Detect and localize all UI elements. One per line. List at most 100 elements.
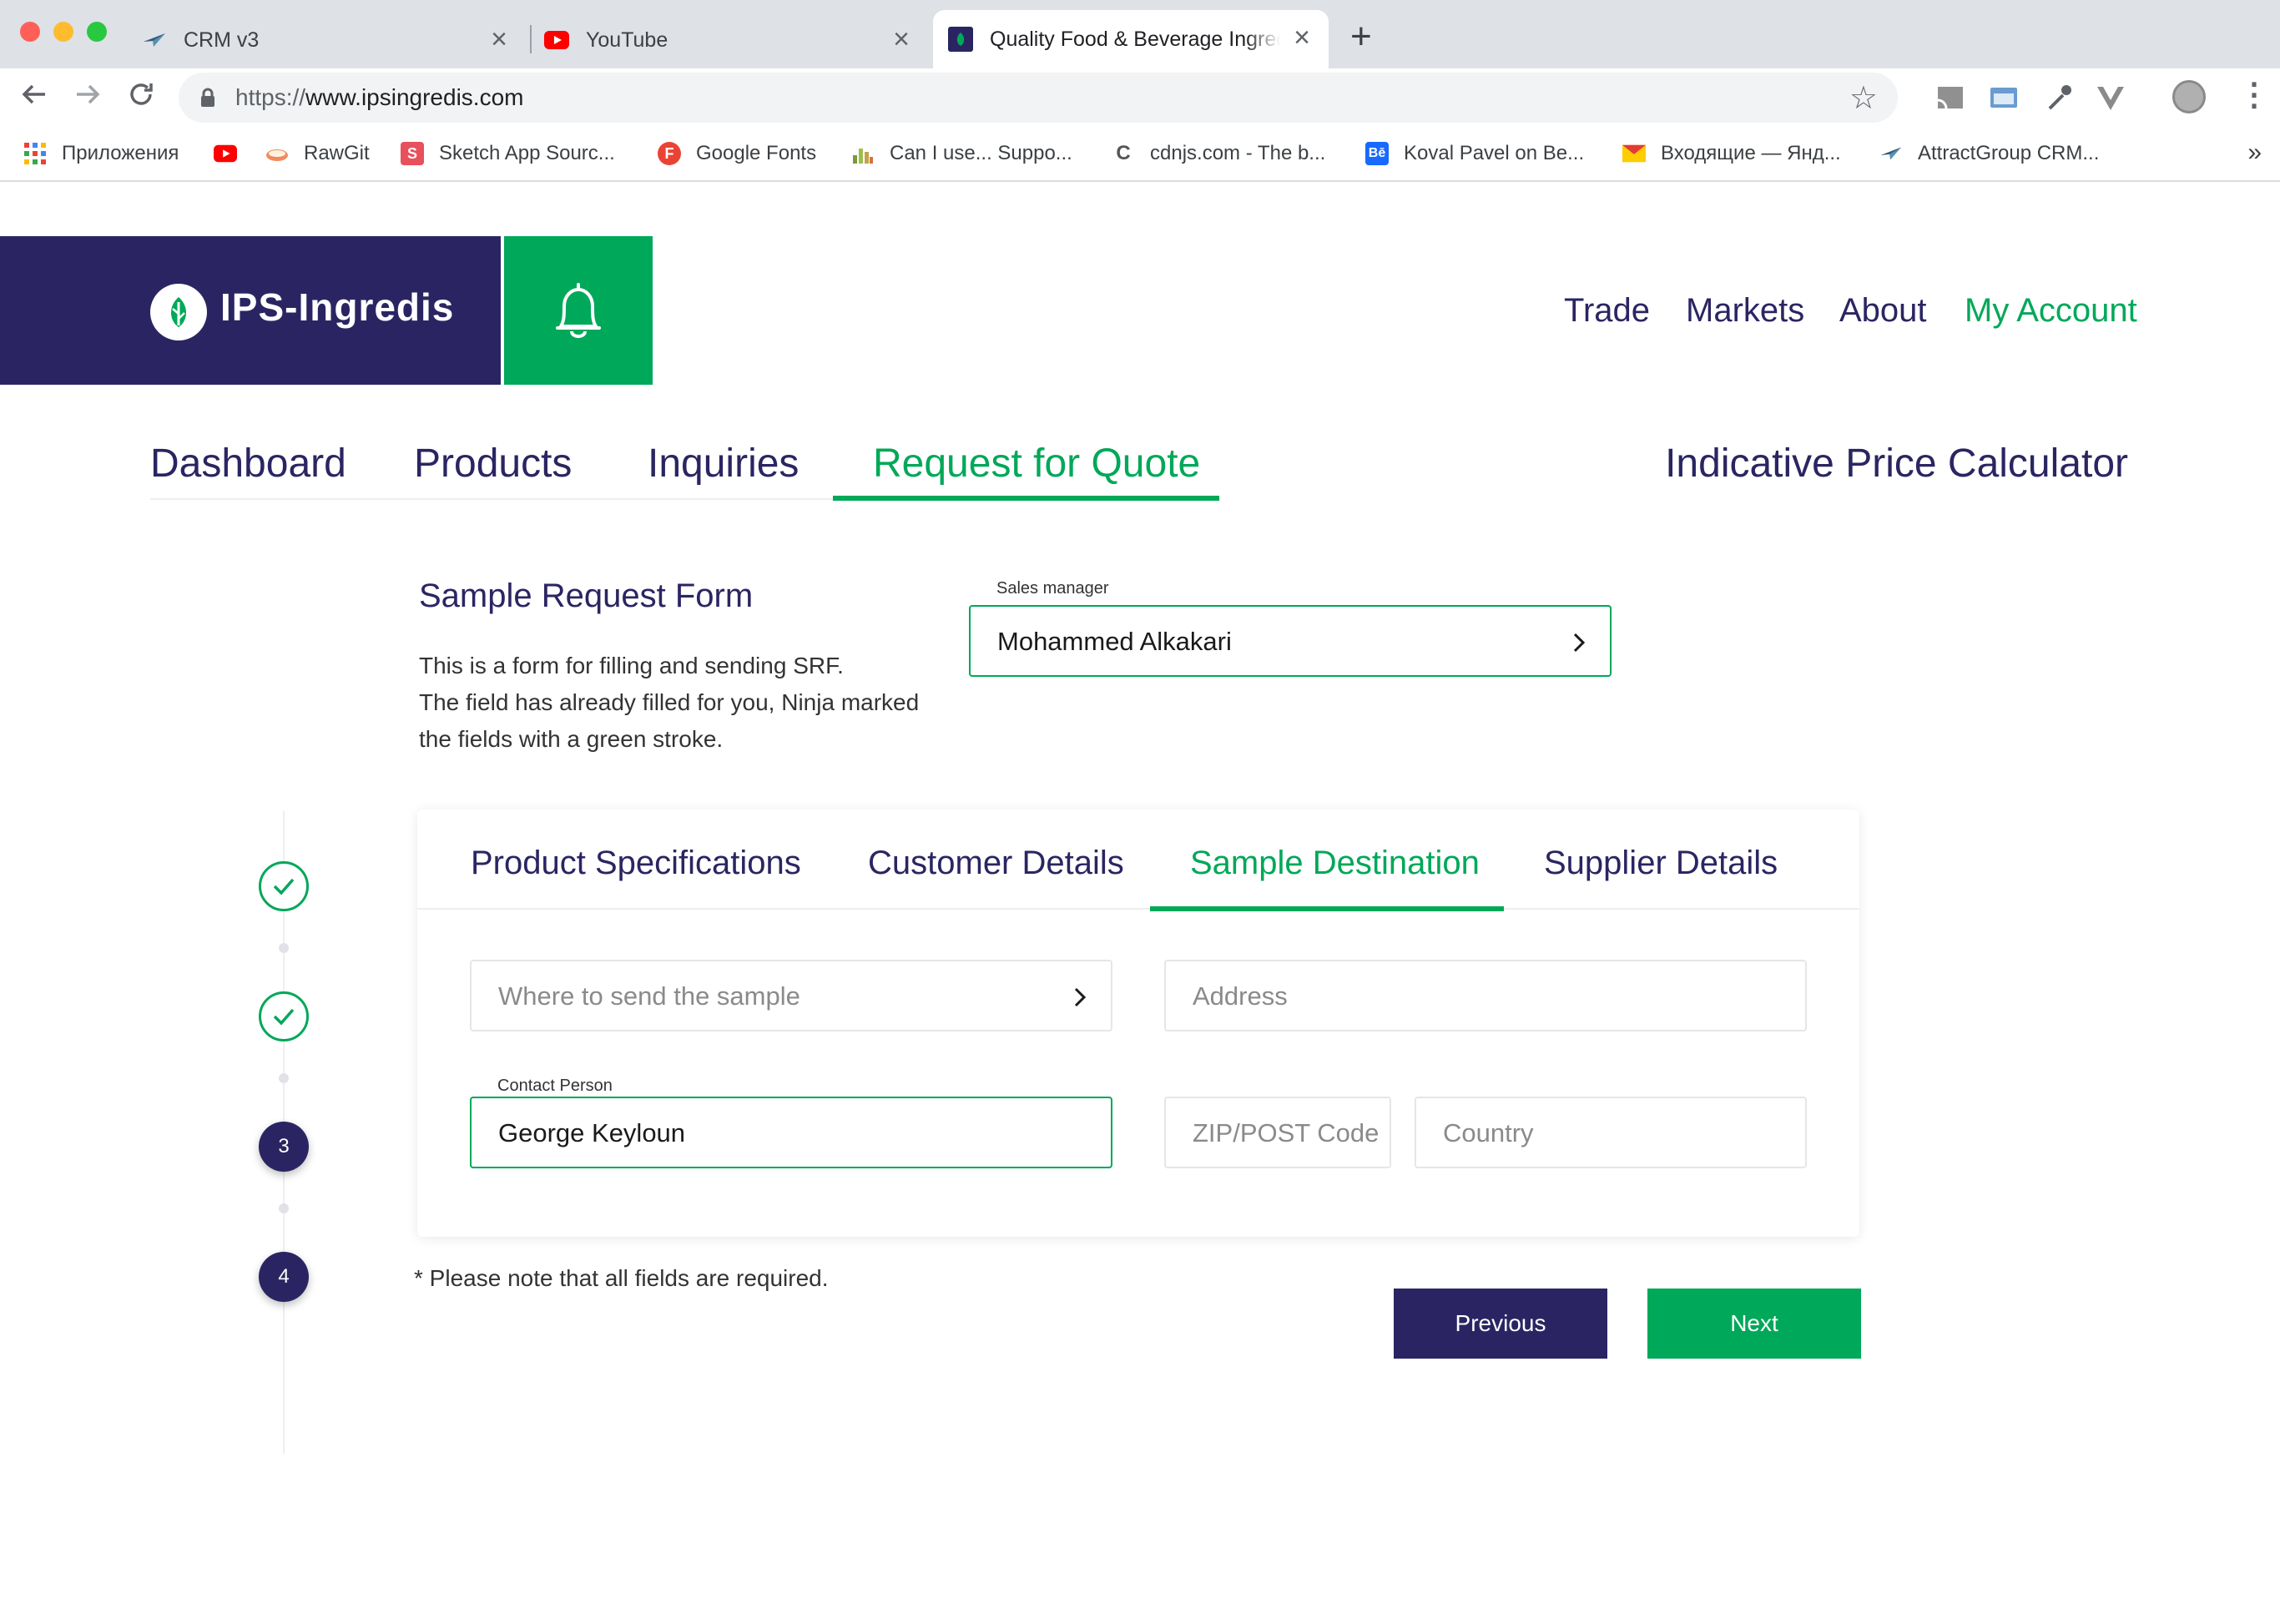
tab-customer-details[interactable]: Customer Details <box>868 845 1124 882</box>
bookmark-label: cdnjs.com - The b... <box>1150 142 1326 164</box>
address-input[interactable]: Address <box>1164 960 1807 1031</box>
where-to-send-select[interactable]: Where to send the sample <box>470 960 1112 1031</box>
contact-person-input[interactable]: George Keyloun <box>470 1097 1112 1168</box>
country-input[interactable]: Country <box>1415 1097 1807 1168</box>
form-description-line: The field has already filled for you, Ni… <box>419 689 920 715</box>
cast-icon[interactable] <box>1934 82 1966 113</box>
close-tab-icon[interactable]: × <box>1294 23 1310 52</box>
previous-button[interactable]: Previous <box>1394 1289 1607 1359</box>
stepper-dot <box>279 1203 289 1213</box>
tab-divider <box>530 25 532 53</box>
browser-tab-bar: CRM v3 × YouTube × Quality Food & Bevera… <box>0 0 2280 68</box>
tab-product-specifications[interactable]: Product Specifications <box>471 845 801 882</box>
zip-code-placeholder: ZIP/POST Code <box>1193 1118 1380 1147</box>
bookmark-caniuse[interactable]: Can I use... Suppo... <box>851 139 1072 169</box>
minimize-window-button[interactable] <box>53 22 73 42</box>
notifications-button[interactable] <box>504 236 653 385</box>
tab-sample-destination[interactable]: Sample Destination <box>1190 845 1480 882</box>
nav-my-account[interactable]: My Account <box>1965 292 2137 330</box>
back-arrow-icon[interactable] <box>20 80 48 115</box>
bookmark-cdnjs[interactable]: C cdnjs.com - The b... <box>1112 139 1325 169</box>
vue-devtools-icon[interactable] <box>2095 82 2126 113</box>
bookmark-yandex-mail[interactable]: Входящие — Янд... <box>1622 139 1841 169</box>
bookmark-behance[interactable]: Bē Koval Pavel on Be... <box>1365 139 1584 169</box>
cdnjs-icon: C <box>1116 142 1131 164</box>
form-title: Sample Request Form <box>419 577 754 614</box>
brand-header[interactable]: IPS-Ingredis <box>0 236 501 385</box>
bookmark-label: Can I use... Suppo... <box>890 142 1072 164</box>
form-description-line: This is a form for filling and sending S… <box>419 653 844 678</box>
zip-code-input[interactable]: ZIP/POST Code <box>1164 1097 1391 1168</box>
form-description: This is a form for filling and sending S… <box>419 648 953 758</box>
stepper-dot <box>279 1073 289 1083</box>
tab-title: Quality Food & Beverage Ingredients <box>990 27 1280 51</box>
close-window-button[interactable] <box>20 22 40 42</box>
browser-tab-youtube[interactable]: YouTube × <box>544 12 928 68</box>
bookmark-label: Входящие — Янд... <box>1661 142 1841 164</box>
sales-manager-value: Mohammed Alkakari <box>997 627 1232 656</box>
reload-icon[interactable] <box>127 80 155 115</box>
step-1-completed[interactable] <box>259 861 309 911</box>
bookmark-sketch[interactable]: S Sketch App Sourc... <box>401 139 615 169</box>
form-description-line: the fields with a green stroke. <box>419 726 724 752</box>
bookmark-google-fonts[interactable]: F Google Fonts <box>658 139 816 169</box>
forward-arrow-icon[interactable] <box>73 80 102 115</box>
close-tab-icon[interactable]: × <box>491 25 507 53</box>
required-fields-note: * Please note that all fields are requir… <box>414 1265 829 1291</box>
stepper-dot <box>279 943 289 953</box>
chevron-right-icon <box>1074 987 1087 1007</box>
sales-manager-label: Sales manager <box>996 579 1109 598</box>
youtube-icon <box>544 28 569 53</box>
nav-markets[interactable]: Markets <box>1686 292 1804 330</box>
nav-trade[interactable]: Trade <box>1564 292 1650 330</box>
contact-person-value: George Keyloun <box>498 1118 686 1147</box>
eyedropper-icon[interactable] <box>2043 82 2075 113</box>
bookmark-youtube[interactable] <box>214 139 252 169</box>
step-3[interactable]: 3 <box>259 1122 309 1172</box>
bookmark-label: Приложения <box>62 142 179 164</box>
browser-menu-icon[interactable]: ⋮ <box>2238 78 2270 112</box>
bookmark-label: Koval Pavel on Be... <box>1404 142 1585 164</box>
bookmark-label: RawGit <box>304 142 370 164</box>
browser-tab-ipsingredis[interactable]: Quality Food & Beverage Ingredients × <box>933 10 1329 68</box>
nav-about[interactable]: About <box>1839 292 1927 330</box>
google-fonts-icon: F <box>658 142 681 165</box>
close-tab-icon[interactable]: × <box>893 25 910 53</box>
indicative-price-calculator-link[interactable]: Indicative Price Calculator <box>1665 441 2128 487</box>
youtube-icon <box>214 142 237 165</box>
address-placeholder: Address <box>1193 981 1288 1011</box>
bookmarks-bar: Приложения RawGit S Sketch App Sourc... … <box>0 129 2280 182</box>
next-button[interactable]: Next <box>1647 1289 1861 1359</box>
tab-dashboard[interactable]: Dashboard <box>150 441 346 487</box>
step-2-completed[interactable] <box>259 991 309 1041</box>
country-placeholder: Country <box>1443 1118 1534 1147</box>
bookmark-rawgit[interactable]: RawGit <box>265 139 370 169</box>
tab-title: CRM v3 <box>184 28 260 52</box>
bookmark-star-icon[interactable]: ☆ <box>1849 79 1878 117</box>
bookmark-label: Google Fonts <box>696 142 817 164</box>
bookmark-label: AttractGroup CRM... <box>1918 142 2100 164</box>
tab-products[interactable]: Products <box>414 441 572 487</box>
behance-icon: Bē <box>1365 142 1389 165</box>
browser-tab-crm[interactable]: CRM v3 × <box>142 12 526 68</box>
extension-window-icon[interactable] <box>1988 82 2020 113</box>
tab-request-for-quote[interactable]: Request for Quote <box>873 441 1200 487</box>
crm-icon <box>142 28 167 53</box>
leaf-logo-icon <box>150 284 207 340</box>
url-text: https://www.ipsingredis.com <box>235 84 524 110</box>
bookmarks-overflow-button[interactable]: » <box>2247 139 2262 167</box>
tab-inquiries[interactable]: Inquiries <box>648 441 799 487</box>
address-bar[interactable]: https://www.ipsingredis.com ☆ <box>179 73 1898 123</box>
step-4[interactable]: 4 <box>259 1252 309 1302</box>
active-card-tab-indicator <box>1150 906 1504 911</box>
tab-supplier-details[interactable]: Supplier Details <box>1544 845 1778 882</box>
bell-icon <box>556 283 601 338</box>
maximize-window-button[interactable] <box>87 22 107 42</box>
sales-manager-select[interactable]: Mohammed Alkakari <box>969 605 1612 677</box>
new-tab-button[interactable]: + <box>1350 18 1372 55</box>
crm-icon <box>1879 142 1903 165</box>
bookmark-attractgroup-crm[interactable]: AttractGroup CRM... <box>1879 139 2099 169</box>
profile-avatar[interactable] <box>2172 80 2206 113</box>
mail-icon <box>1622 142 1646 165</box>
bookmark-apps[interactable]: Приложения <box>23 139 179 169</box>
